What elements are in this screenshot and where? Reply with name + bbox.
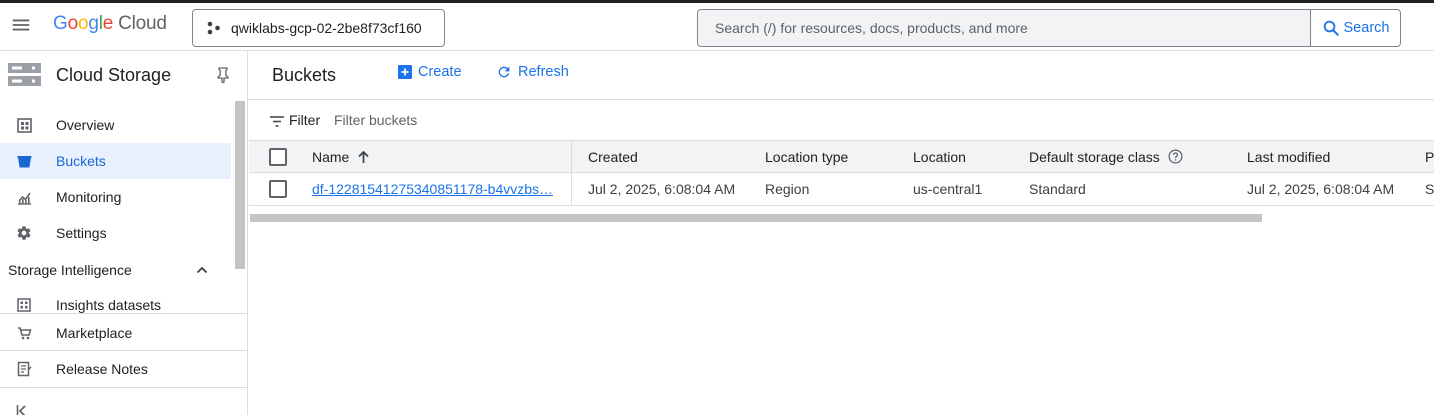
- section-storage-intelligence[interactable]: Storage Intelligence: [0, 255, 231, 285]
- column-header-last-modified[interactable]: Last modified: [1247, 141, 1330, 172]
- monitoring-icon: [16, 189, 32, 205]
- cell-value: Jul 2, 2025, 6:08:04 AM: [1247, 180, 1395, 197]
- release-notes-icon: [16, 361, 32, 377]
- filter-bar: Filter: [248, 100, 1434, 140]
- project-icon: [207, 21, 221, 35]
- product-title: Cloud Storage: [56, 65, 172, 85]
- sidebar: Cloud Storage Overview Buckets Monitorin…: [0, 51, 248, 415]
- sidebar-item-label: Monitoring: [56, 189, 122, 205]
- arrow-up-icon: [357, 150, 370, 164]
- sidebar-item-settings[interactable]: Settings: [0, 215, 231, 251]
- search-button-label: Search: [1343, 20, 1390, 36]
- refresh-button[interactable]: Refresh: [496, 64, 569, 80]
- sidebar-scrollbar[interactable]: [235, 101, 245, 269]
- gear-icon: [16, 225, 32, 241]
- column-header-truncated[interactable]: P: [1425, 141, 1434, 172]
- cell-value: Region: [765, 180, 810, 197]
- cell-created: Jul 2, 2025, 6:08:04 AM: [588, 173, 735, 204]
- marketplace-icon: [16, 325, 32, 341]
- insights-icon: [16, 297, 32, 313]
- sidebar-item-marketplace[interactable]: Marketplace: [0, 315, 231, 351]
- table-row: df-1228154127534085117​8-b4vvzbs… Jul 2,…: [249, 173, 1434, 206]
- cell-storage-class: Standard: [1029, 173, 1086, 204]
- sidebar-header: Cloud Storage: [0, 51, 247, 101]
- search-input[interactable]: [698, 10, 1310, 46]
- cell-value: us-central1: [913, 180, 983, 197]
- cell-last-modified: Jul 2, 2025, 6:08:04 AM: [1247, 173, 1394, 204]
- refresh-button-label: Refresh: [518, 64, 569, 80]
- table-horizontal-scrollbar[interactable]: [250, 214, 1262, 222]
- column-header-storage-class[interactable]: Default storage class: [1029, 141, 1183, 172]
- cloud-storage-icon: [8, 63, 41, 92]
- column-separator: [571, 141, 572, 172]
- filter-icon[interactable]: [270, 114, 284, 132]
- column-header-location[interactable]: Location: [913, 141, 966, 172]
- create-button-label: Create: [418, 64, 462, 80]
- table-header-row: Name Created Location type Location Defa…: [249, 140, 1434, 173]
- select-all-cell: [269, 141, 287, 172]
- column-header-label: Location: [913, 148, 966, 165]
- sidebar-item-label: Settings: [56, 225, 107, 241]
- page-header: Buckets Create Refresh: [248, 51, 1434, 100]
- column-header-created[interactable]: Created: [588, 141, 638, 172]
- main-menu-button[interactable]: [8, 12, 34, 38]
- column-header-location-type[interactable]: Location type: [765, 141, 848, 172]
- sidebar-item-insights-datasets[interactable]: Insights datasets: [0, 287, 231, 315]
- logo-cloud: Cloud: [118, 13, 167, 34]
- column-separator: [571, 173, 572, 205]
- column-header-label: Created: [588, 148, 638, 165]
- chevron-up-icon: [195, 263, 209, 282]
- row-checkbox[interactable]: [269, 179, 287, 198]
- column-header-label: Location type: [765, 148, 849, 165]
- cell-name: df-1228154127534085117​8-b4vvzbs…: [312, 173, 553, 204]
- sidebar-item-label: Insights datasets: [56, 297, 162, 313]
- project-name: qwiklabs-gcp-02-2be8f73cf160: [231, 20, 422, 36]
- help-icon[interactable]: [1168, 149, 1183, 164]
- sidebar-item-buckets[interactable]: Buckets: [0, 143, 231, 179]
- filter-label: Filter: [289, 112, 321, 128]
- divider: [0, 313, 247, 314]
- hamburger-icon: [12, 19, 30, 31]
- sidebar-item-release-notes[interactable]: Release Notes: [0, 351, 231, 387]
- cell-location-type: Region: [765, 173, 809, 204]
- cell-value: Jul 2, 2025, 6:08:04 AM: [588, 180, 736, 197]
- cell-truncated: S: [1425, 173, 1434, 204]
- sidebar-item-label: Release Notes: [56, 361, 148, 377]
- create-button[interactable]: Create: [398, 64, 462, 80]
- logo-google: Google: [53, 13, 114, 34]
- cell-value: Standard: [1029, 180, 1086, 197]
- bucket-name-link[interactable]: df-1228154127534085117​8-b4vvzbs…: [312, 181, 553, 197]
- cell-value: S: [1425, 180, 1434, 197]
- column-header-label: Name: [312, 148, 350, 165]
- column-header-label: P: [1425, 148, 1434, 165]
- select-all-checkbox[interactable]: [269, 147, 287, 166]
- collapse-sidebar-icon[interactable]: [16, 404, 30, 415]
- search-button[interactable]: Search: [1310, 10, 1400, 46]
- google-cloud-logo[interactable]: Google Cloud: [53, 13, 167, 39]
- top-bar: Google Cloud qwiklabs-gcp-02-2be8f73cf16…: [0, 0, 1434, 51]
- cell-location: us-central1: [913, 173, 982, 204]
- search-bar: Search: [697, 9, 1401, 47]
- sidebar-item-monitoring[interactable]: Monitoring: [0, 179, 231, 215]
- overview-icon: [16, 117, 32, 133]
- row-select-cell: [269, 173, 287, 204]
- page-title: Buckets: [272, 65, 337, 85]
- divider: [0, 387, 247, 388]
- column-header-label: Default storage class: [1029, 148, 1160, 165]
- section-label: Storage Intelligence: [8, 262, 132, 278]
- bucket-icon: [16, 153, 32, 169]
- sidebar-item-label: Overview: [56, 117, 115, 133]
- sidebar-item-overview[interactable]: Overview: [0, 107, 231, 143]
- project-picker[interactable]: qwiklabs-gcp-02-2be8f73cf160: [192, 9, 445, 47]
- refresh-icon: [498, 66, 510, 78]
- pin-icon[interactable]: [216, 67, 230, 88]
- search-icon: [1323, 20, 1339, 36]
- sidebar-item-label: Buckets: [56, 153, 106, 169]
- add-box-icon: [398, 65, 412, 79]
- main-content: Buckets Create Refresh Filter Name: [248, 51, 1434, 415]
- filter-input[interactable]: [334, 109, 634, 131]
- column-header-name[interactable]: Name: [312, 141, 370, 172]
- sidebar-item-label: Marketplace: [56, 325, 133, 341]
- column-header-label: Last modified: [1247, 148, 1331, 165]
